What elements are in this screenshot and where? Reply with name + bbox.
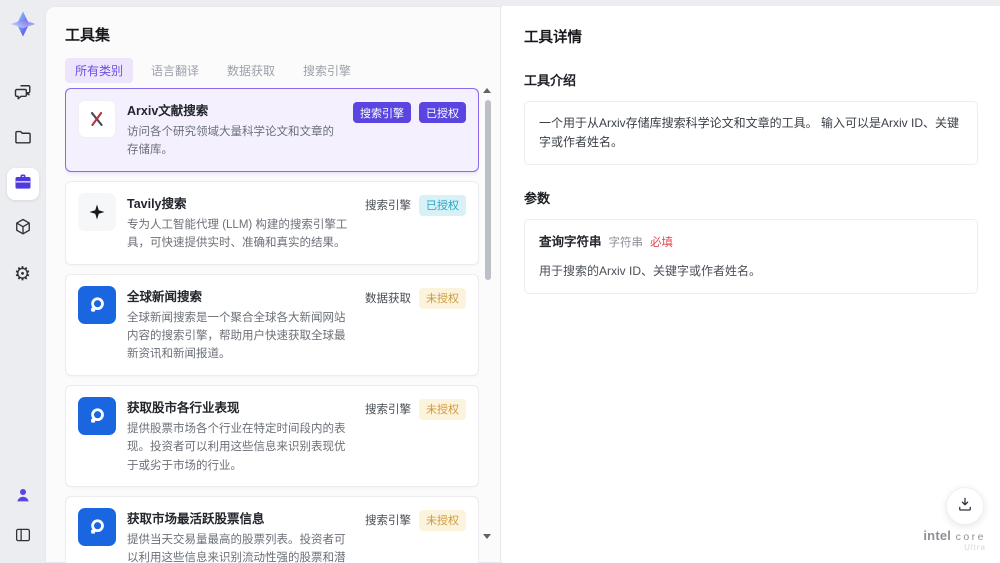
tavily-star-icon	[78, 192, 116, 231]
sidebar-bottom	[7, 481, 39, 553]
sidebar-item-account[interactable]	[7, 481, 39, 513]
tab-data-acquisition[interactable]: 数据获取	[217, 58, 285, 83]
tab-language-translation[interactable]: 语言翻译	[141, 58, 209, 83]
left-sidebar: ⚙	[0, 0, 45, 563]
param-name: 查询字符串	[539, 235, 602, 250]
folder-icon	[13, 127, 33, 152]
briefcase-toolbox-icon	[13, 172, 33, 197]
tool-name: 获取市场最活跃股票信息	[127, 511, 265, 526]
tool-description: 专为人工智能代理 (LLM) 构建的搜索引擎工具，可快速提供实时、准确和真实的结…	[127, 218, 348, 250]
tool-card-arxiv[interactable]: Arxiv文献搜索 访问各个研究领域大量科学论文和文章的存储库。 搜索引擎 已授…	[65, 88, 479, 172]
params-heading: 参数	[524, 191, 551, 207]
auth-status-badge: 未授权	[419, 287, 466, 309]
arxiv-chi-icon	[78, 100, 116, 138]
chat-icon	[13, 82, 33, 107]
download-button[interactable]	[946, 487, 984, 525]
scrollbar-up-arrow[interactable]	[483, 88, 491, 93]
tool-name: Arxiv文献搜索	[127, 104, 209, 118]
tool-card-global-news[interactable]: 全球新闻搜索 全球新闻搜索是一个聚合全球各大新闻网站内容的搜索引擎，帮助用户快速…	[65, 273, 479, 376]
category-label: 搜索引擎	[365, 404, 411, 417]
sidebar-item-toolset[interactable]	[6, 168, 39, 200]
details-title: 工具详情	[524, 30, 582, 46]
auth-status-badge: 已授权	[419, 194, 466, 216]
tools-panel: 工具集 所有类别 语言翻译 数据获取 搜索引擎 Arxiv文献搜索 访问各个研究…	[45, 6, 501, 563]
user-avatar-icon	[14, 486, 32, 509]
tool-list: Arxiv文献搜索 访问各个研究领域大量科学论文和文章的存储库。 搜索引擎 已授…	[65, 88, 479, 563]
content-area: 工具集 所有类别 语言翻译 数据获取 搜索引擎 Arxiv文献搜索 访问各个研究…	[45, 6, 1000, 563]
sidebar-item-packages[interactable]	[7, 213, 39, 245]
blue-finance-app-icon	[78, 396, 116, 435]
category-label: 数据获取	[365, 293, 411, 306]
gear-icon: ⚙	[13, 263, 32, 285]
tool-card-sector-performance[interactable]: 获取股市各行业表现 提供股票市场各个行业在特定时间段内的表现。投资者可以利用这些…	[65, 384, 479, 487]
tab-search-engine[interactable]: 搜索引擎	[293, 58, 361, 83]
tool-card-most-active-stocks[interactable]: 获取市场最活跃股票信息 提供当天交易量最高的股票列表。投资者可以利用这些信息来识…	[65, 495, 479, 563]
category-badge: 搜索引擎	[353, 102, 411, 123]
tool-description: 提供股票市场各个行业在特定时间段内的表现。投资者可以利用这些信息来识别表现优于或…	[127, 422, 346, 472]
panel-toggle-icon	[14, 526, 32, 549]
download-tray-icon	[956, 495, 974, 518]
sidebar-item-files[interactable]	[7, 123, 39, 155]
blue-news-app-icon	[78, 285, 116, 324]
auth-status-badge: 未授权	[419, 398, 466, 420]
auth-status-badge: 已授权	[419, 102, 466, 123]
intro-heading: 工具介绍	[524, 73, 577, 88]
auth-status-badge: 未授权	[419, 509, 466, 531]
category-label: 搜索引擎	[365, 200, 411, 213]
app-logo	[8, 9, 38, 44]
sidebar-item-settings[interactable]: ⚙	[7, 258, 39, 290]
blue-finance-app-icon	[78, 507, 116, 546]
tool-name: 获取股市各行业表现	[127, 400, 240, 415]
tool-name: 全球新闻搜索	[127, 289, 203, 304]
param-description: 用于搜索的Arxiv ID、关键字或作者姓名。	[539, 263, 762, 278]
scrollbar-down-arrow[interactable]	[483, 534, 491, 539]
param-required-flag: 必填	[650, 237, 674, 250]
tool-description: 全球新闻搜索是一个聚合全球各大新闻网站内容的搜索引擎，帮助用户快速获取全球最新资…	[127, 311, 346, 361]
sidebar-item-collapse[interactable]	[7, 521, 39, 553]
tool-description: 提供当天交易量最高的股票列表。投资者可以利用这些信息来识别流动性强的股票和潜在的…	[127, 533, 346, 563]
tool-card-tavily[interactable]: Tavily搜索 专为人工智能代理 (LLM) 构建的搜索引擎工具，可快速提供实…	[65, 180, 479, 265]
sidebar-item-chat[interactable]	[7, 78, 39, 110]
scrollbar-thumb[interactable]	[485, 100, 491, 280]
ultra-wordmark: Ultra	[964, 543, 986, 553]
tool-name: Tavily搜索	[127, 196, 187, 211]
core-wordmark: core	[955, 530, 986, 543]
intel-wordmark: intel	[923, 527, 952, 543]
category-label: 搜索引擎	[365, 515, 411, 528]
sidebar-nav: ⚙	[6, 78, 39, 290]
tool-description: 访问各个研究领域大量科学论文和文章的存储库。	[127, 126, 334, 157]
tab-all-categories[interactable]: 所有类别	[65, 58, 134, 83]
tool-details-panel: 工具详情 工具介绍 一个用于从Arxiv存储库搜索科学论文和文章的工具。 输入可…	[502, 6, 1000, 563]
page-title: 工具集	[65, 27, 111, 44]
param-type: 字符串	[608, 237, 644, 250]
intel-core-logo: intel core Ultra	[923, 527, 986, 553]
category-tabs: 所有类别 语言翻译 数据获取 搜索引擎	[65, 58, 480, 83]
intro-box: 一个用于从Arxiv存储库搜索科学论文和文章的工具。 输入可以是Arxiv ID…	[524, 101, 978, 166]
param-box: 查询字符串 字符串 必填 用于搜索的Arxiv ID、关键字或作者姓名。	[524, 219, 978, 294]
cube-icon	[13, 217, 33, 242]
intro-text: 一个用于从Arxiv存储库搜索科学论文和文章的工具。 输入可以是Arxiv ID…	[539, 116, 960, 150]
